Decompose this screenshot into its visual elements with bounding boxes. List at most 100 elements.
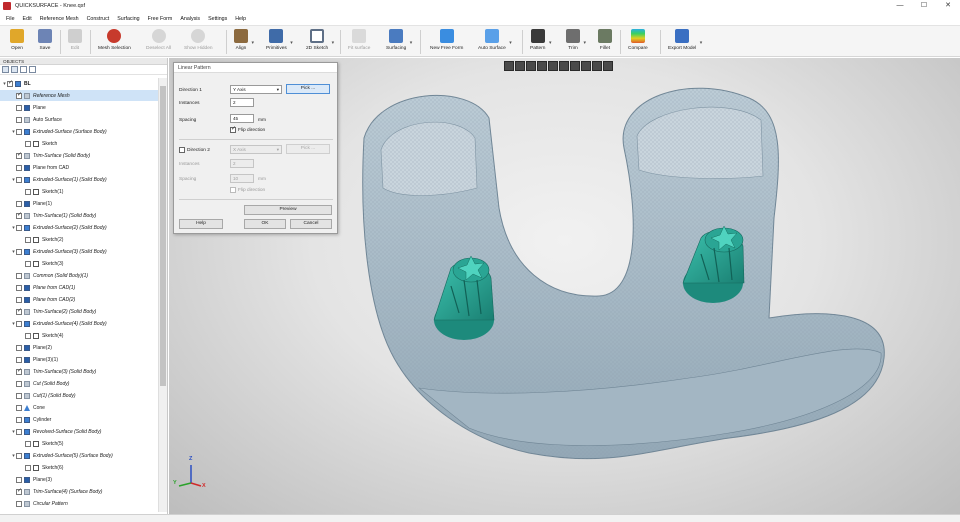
tree-item[interactable]: Circular Pattern: [0, 498, 158, 509]
chevron-down-icon[interactable]: ▾: [251, 40, 254, 46]
tree-item[interactable]: Auto Surface: [0, 114, 158, 125]
tree-item[interactable]: Plane: [0, 102, 158, 113]
tree-item[interactable]: Plane(3)(1): [0, 354, 158, 365]
tree-item[interactable]: Trim-Surface(1) (Solid Body): [0, 210, 158, 221]
tree-item[interactable]: Plane(1): [0, 198, 158, 209]
maximize-button[interactable]: ☐: [912, 0, 936, 12]
visibility-checkbox[interactable]: [25, 188, 31, 195]
visibility-checkbox[interactable]: [16, 476, 22, 483]
visibility-checkbox[interactable]: [16, 176, 22, 183]
tree-item[interactable]: Plane from CAD: [0, 162, 158, 173]
visibility-checkbox[interactable]: [16, 404, 22, 411]
tree-item[interactable]: ▾ Extruded-Surface(3) (Solid Body): [0, 246, 158, 257]
tree-item[interactable]: ▾ Extruded-Surface (Surface Body): [0, 126, 158, 137]
visibility-checkbox[interactable]: [16, 128, 22, 135]
chevron-down-icon[interactable]: ▾: [583, 40, 586, 46]
tree-item[interactable]: ▾BL: [0, 78, 158, 89]
tree-item[interactable]: Trim-Surface(4) (Surface Body): [0, 486, 158, 497]
collapse-icon[interactable]: [20, 66, 27, 73]
compare-button[interactable]: Compare: [628, 28, 648, 56]
visibility-checkbox[interactable]: [16, 104, 22, 111]
chevron-down-icon[interactable]: ▾: [410, 40, 413, 46]
auto-surface-button[interactable]: Auto Surface ▾: [478, 28, 512, 56]
menu-free-form[interactable]: Free Form: [148, 16, 173, 22]
tree-item[interactable]: Cone: [0, 402, 158, 413]
visibility-checkbox[interactable]: [16, 344, 22, 351]
tree-item[interactable]: Plane(2): [0, 342, 158, 353]
export-model-button[interactable]: Export Model ▾: [668, 28, 702, 56]
spacing-input[interactable]: 45: [230, 114, 254, 123]
tree-item[interactable]: ▾ Extruded-Surface(4) (Solid Body): [0, 318, 158, 329]
tree-item[interactable]: Reference Mesh: [0, 90, 158, 101]
visibility-checkbox[interactable]: [16, 272, 22, 279]
pick-direction1-button[interactable]: Pick ...: [286, 84, 330, 94]
visibility-checkbox[interactable]: [16, 392, 22, 399]
2d-sketch-button[interactable]: 2D Sketch ▾: [306, 28, 334, 56]
visibility-checkbox[interactable]: [7, 79, 13, 87]
primitives-button[interactable]: Primitives ▾: [266, 28, 293, 56]
tree-item[interactable]: Cylinder: [0, 414, 158, 425]
fillet-button[interactable]: Fillet: [598, 28, 612, 56]
spacing2-input[interactable]: 10: [230, 174, 254, 183]
direction2-checkbox[interactable]: [179, 147, 185, 153]
tree-item[interactable]: Trim-Surface (Solid Body): [0, 150, 158, 161]
new-free-form-button[interactable]: New Free Form: [430, 28, 463, 56]
visibility-checkbox[interactable]: [16, 91, 22, 99]
flip-direction2-checkbox[interactable]: [230, 187, 236, 193]
tree-item[interactable]: Sketch(6): [0, 462, 158, 473]
align-button[interactable]: Align ▾: [234, 28, 254, 56]
chevron-down-icon[interactable]: ▾: [700, 40, 703, 46]
tree-item[interactable]: Plane from CAD(1): [0, 282, 158, 293]
direction1-select[interactable]: Y Axis ▾: [230, 85, 282, 94]
tree-item[interactable]: ▾ Extruded-Surface(1) (Solid Body): [0, 174, 158, 185]
deselect-all-button[interactable]: Deselect All: [146, 28, 171, 56]
tree-scrollbar[interactable]: [158, 78, 167, 512]
preview-button[interactable]: Preview: [244, 205, 332, 215]
edit-button[interactable]: Edit: [68, 28, 82, 56]
visibility-checkbox[interactable]: [16, 224, 22, 231]
visibility-checkbox[interactable]: [25, 440, 31, 447]
visibility-checkbox[interactable]: [16, 296, 22, 303]
menu-analysis[interactable]: Analysis: [180, 16, 200, 22]
filter-icon[interactable]: [29, 66, 36, 73]
save-button[interactable]: Save: [38, 28, 52, 56]
tree-item[interactable]: Sketch(4): [0, 330, 158, 341]
tree-item[interactable]: Trim-Surface(3) (Solid Body): [0, 366, 158, 377]
visibility-checkbox[interactable]: [16, 428, 22, 435]
tree-item[interactable]: Cut(1) (Solid Body): [0, 390, 158, 401]
minimize-button[interactable]: —: [888, 0, 912, 12]
list-view-icon[interactable]: [11, 66, 18, 73]
menu-surfacing[interactable]: Surfacing: [117, 16, 139, 22]
ok-button[interactable]: OK: [244, 219, 286, 229]
mesh-selection-button[interactable]: Mesh Selection: [98, 28, 131, 56]
cancel-button[interactable]: Cancel: [290, 219, 332, 229]
scrollbar-thumb[interactable]: [160, 86, 166, 386]
chevron-down-icon[interactable]: ▾: [332, 40, 335, 46]
visibility-checkbox[interactable]: [16, 320, 22, 327]
instances2-input[interactable]: 2: [230, 159, 254, 168]
help-button[interactable]: Help: [179, 219, 223, 229]
visibility-checkbox[interactable]: [25, 140, 31, 147]
tree-item[interactable]: ▾ Extruded-Surface(2) (Solid Body): [0, 222, 158, 233]
chevron-down-icon[interactable]: ▾: [549, 40, 552, 46]
tree-item[interactable]: ▾ Extruded-Surface(5) (Surface Body): [0, 450, 158, 461]
surfacing-button[interactable]: Surfacing ▾: [386, 28, 412, 56]
tree-item[interactable]: Common (Solid Body)(1): [0, 270, 158, 281]
menu-help[interactable]: Help: [235, 16, 246, 22]
show-hidden-button[interactable]: Show Hidden: [184, 28, 213, 56]
tree-item[interactable]: Plane from CAD(2): [0, 294, 158, 305]
chevron-down-icon[interactable]: ▾: [509, 40, 512, 46]
visibility-checkbox[interactable]: [16, 248, 22, 255]
pattern-button[interactable]: Pattern ▾: [530, 28, 551, 56]
menu-edit[interactable]: Edit: [23, 16, 32, 22]
tree-item[interactable]: Cut (Solid Body): [0, 378, 158, 389]
tree-item[interactable]: Sketch: [0, 138, 158, 149]
visibility-checkbox[interactable]: [16, 500, 22, 507]
chevron-down-icon[interactable]: ▾: [290, 40, 293, 46]
tree-view-icon[interactable]: [2, 66, 9, 73]
visibility-checkbox[interactable]: [16, 416, 22, 423]
flip-direction-checkbox[interactable]: [230, 125, 236, 133]
tree-item[interactable]: Plane(3): [0, 474, 158, 485]
visibility-checkbox[interactable]: [25, 332, 31, 339]
fit-surface-button[interactable]: Fit surface: [348, 28, 370, 56]
